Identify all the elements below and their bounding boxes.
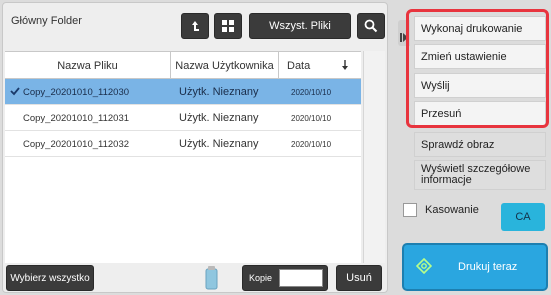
grid-view-icon <box>222 20 234 32</box>
folder-up-icon <box>188 19 202 33</box>
search-button[interactable] <box>357 13 385 39</box>
column-header-file-name[interactable]: Nazwa Pliku <box>5 52 171 79</box>
row-file-name: Copy_20201010_112030 <box>23 86 130 98</box>
search-icon <box>364 19 378 33</box>
row-user-name: Użytk. Nieznany <box>179 112 259 124</box>
print-now-label: Drukuj teraz <box>458 261 518 273</box>
check-icon <box>10 87 20 99</box>
row-user-name: Użytk. Nieznany <box>179 86 259 98</box>
copies-label: Kopie <box>249 273 273 283</box>
table-row[interactable]: Copy_20201010_112031 Użytk. Nieznany 202… <box>5 105 361 131</box>
task-move[interactable]: Przesuń <box>414 101 546 126</box>
task-check-image[interactable]: Sprawdź obraz <box>414 132 546 157</box>
task-execute-print[interactable]: Wykonaj drukowanie <box>414 16 546 41</box>
copies-control: Kopie <box>242 265 328 291</box>
file-filter-button[interactable]: Wszyst. Pliki <box>249 13 351 39</box>
bottom-toolbar: Wybierz wszystko Kopie Usuń <box>2 262 386 292</box>
view-toggle-button[interactable] <box>214 13 242 39</box>
file-list-panel: Główny Folder Wszyst. Pliki Nazwa Pliku … <box>2 2 388 293</box>
vertical-scrollbar[interactable] <box>363 51 385 263</box>
sort-descending-icon <box>341 60 349 74</box>
table-header: Nazwa Pliku Nazwa Użytkownika Data <box>5 52 361 79</box>
delete-after-print-label: Kasowanie <box>425 204 479 216</box>
table-row[interactable]: Copy_20201010_112032 Użytk. Nieznany 202… <box>5 131 361 157</box>
delete-button[interactable]: Usuń <box>336 265 382 291</box>
row-file-name: Copy_20201010_112032 <box>23 138 130 150</box>
folder-title: Główny Folder <box>11 15 82 27</box>
task-change-setting[interactable]: Zmień ustawienie <box>414 44 546 69</box>
clear-all-button[interactable]: CA <box>501 203 545 231</box>
print-now-button[interactable]: Drukuj teraz <box>402 243 548 291</box>
row-date: 2020/10/10 <box>291 87 332 97</box>
row-file-name: Copy_20201010_112031 <box>23 112 130 124</box>
task-show-details[interactable]: Wyświetl szczegółowe informacje <box>414 160 546 190</box>
table-row[interactable]: Copy_20201010_112030 Użytk. Nieznany 202… <box>5 79 361 105</box>
row-user-name: Użytk. Nieznany <box>179 138 259 150</box>
row-date: 2020/10/10 <box>291 139 332 149</box>
folder-up-button[interactable] <box>181 13 209 39</box>
column-header-date[interactable]: Data <box>279 52 361 79</box>
delete-after-print-checkbox[interactable] <box>403 203 417 217</box>
task-panel-toggle[interactable] <box>398 20 410 46</box>
copies-input[interactable] <box>279 269 323 287</box>
column-header-user-name[interactable]: Nazwa Użytkownika <box>171 52 279 79</box>
row-date: 2020/10/10 <box>291 113 332 123</box>
select-all-button[interactable]: Wybierz wszystko <box>6 265 94 291</box>
task-send[interactable]: Wyślij <box>414 73 546 98</box>
start-diamond-icon <box>415 257 433 277</box>
file-filter-label: Wszyst. Pliki <box>269 20 331 32</box>
collapse-panel-icon <box>400 29 408 47</box>
file-table: Nazwa Pliku Nazwa Użytkownika Data Copy_… <box>5 51 361 263</box>
toner-icon <box>205 266 218 295</box>
